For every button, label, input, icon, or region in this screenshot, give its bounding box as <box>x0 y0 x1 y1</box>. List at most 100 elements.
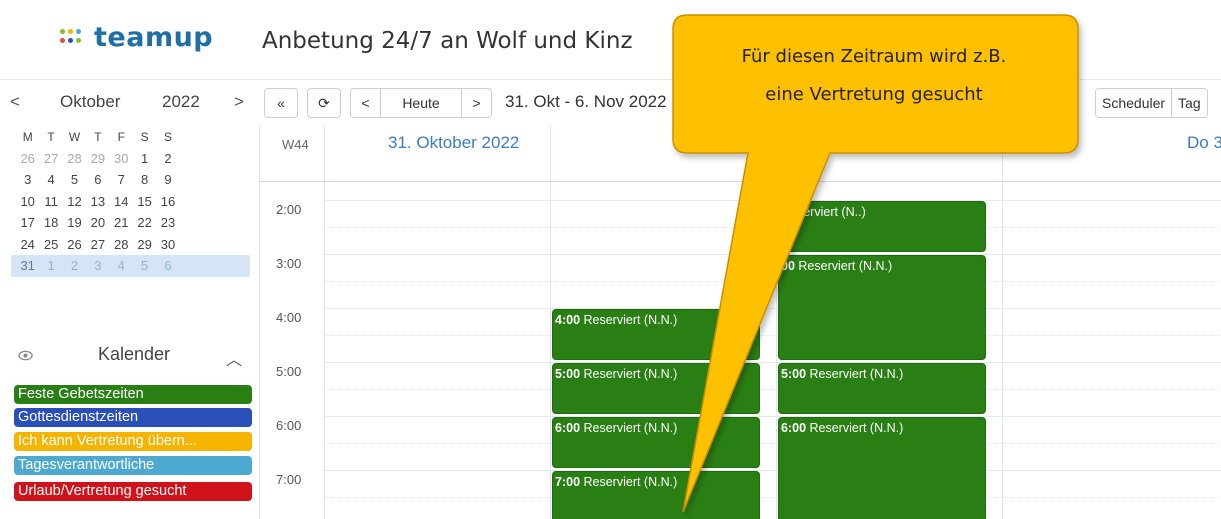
day-header-thursday[interactable]: Do 3 <box>1187 133 1221 153</box>
calendar-item-tagesverantwortliche[interactable]: Tagesverantwortliche <box>14 456 252 475</box>
column-divider <box>1002 125 1003 519</box>
mini-day[interactable]: 3 <box>16 172 39 187</box>
eye-icon[interactable] <box>18 348 33 363</box>
week-grid: W44 31. Oktober 2022 Do 3 2:00 3:00 4:00 5:… <box>259 125 1221 519</box>
refresh-button[interactable]: ⟳ <box>307 88 341 118</box>
hour-line <box>324 470 1221 471</box>
mini-day[interactable]: 29 <box>86 151 109 166</box>
calendar-event[interactable]: 6:00 Reserviert (N.N.) <box>778 417 986 519</box>
mini-day[interactable]: 28 <box>63 151 86 166</box>
logo-text: teamup <box>94 22 214 53</box>
mini-month-label[interactable]: Oktober <box>60 92 120 112</box>
mini-day[interactable]: 20 <box>86 215 109 230</box>
today-button[interactable]: Heute <box>381 89 461 117</box>
prev-period-button[interactable]: « <box>264 88 298 118</box>
mini-day[interactable]: 26 <box>63 237 86 252</box>
mini-selected-week[interactable]: 31 1 2 3 4 5 6 <box>11 255 250 277</box>
mini-day[interactable]: 13 <box>86 194 109 209</box>
mini-prev-month-button[interactable]: < <box>10 92 20 112</box>
mini-day[interactable]: 16 <box>156 194 179 209</box>
mini-day[interactable]: 19 <box>63 215 86 230</box>
mini-day[interactable]: 30 <box>110 151 133 166</box>
weekday-label: W <box>68 129 81 144</box>
mini-day[interactable]: 15 <box>133 194 156 209</box>
mini-day[interactable]: 14 <box>110 194 133 209</box>
mini-day[interactable]: 2 <box>63 258 86 273</box>
half-hour-line <box>324 497 1221 498</box>
time-label: 4:00 <box>276 310 302 325</box>
mini-day[interactable]: 11 <box>39 194 62 209</box>
calendar-event[interactable]: 5:00 Reserviert (N.N.) <box>552 363 760 414</box>
half-hour-line <box>324 443 1221 444</box>
mini-year-label[interactable]: 2022 <box>162 92 200 112</box>
calendar-item-vertretung[interactable]: Ich kann Vertretung übern... <box>14 432 252 451</box>
teamup-logo[interactable]: teamup <box>60 22 213 53</box>
calendar-event[interactable]: Reserviert (N..) <box>778 201 986 252</box>
hour-line <box>324 416 1221 417</box>
weekday-label: T <box>47 129 55 144</box>
mini-day[interactable]: 31 <box>16 258 39 273</box>
grid-header: W44 31. Oktober 2022 Do 3 <box>260 125 1221 182</box>
view-scheduler-button[interactable]: Scheduler <box>1096 89 1173 117</box>
mini-day[interactable]: 5 <box>63 172 86 187</box>
calendar-event[interactable]: 00 Reserviert (N.N.) <box>778 255 986 360</box>
mini-day[interactable]: 12 <box>63 194 86 209</box>
calendar-item-urlaub[interactable]: Urlaub/Vertretung gesucht <box>14 482 252 501</box>
date-range-label[interactable]: 31. Okt - 6. Nov 2022 <box>505 92 667 112</box>
calendar-list-title: Kalender <box>98 344 171 364</box>
event-title: Reserviert (N.N.) <box>809 367 904 381</box>
mini-day[interactable]: 28 <box>110 237 133 252</box>
mini-day[interactable]: 6 <box>86 172 109 187</box>
mini-day[interactable]: 29 <box>133 237 156 252</box>
mini-day[interactable]: 4 <box>110 258 133 273</box>
mini-day[interactable]: 18 <box>39 215 62 230</box>
event-time: 4:00 <box>555 313 584 327</box>
mini-day[interactable]: 6 <box>156 258 179 273</box>
callout-line-2: eine Vertretung gesucht <box>765 84 983 105</box>
mini-day[interactable]: 27 <box>39 151 62 166</box>
mini-day[interactable]: 5 <box>133 258 156 273</box>
calendar-event[interactable]: 4:00 Reserviert (N.N.) <box>552 309 760 360</box>
event-title: Reserviert (N..) <box>781 205 866 219</box>
mini-day[interactable]: 30 <box>156 237 179 252</box>
mini-day[interactable]: 27 <box>86 237 109 252</box>
column-divider <box>550 125 551 519</box>
time-label: 5:00 <box>276 364 302 379</box>
mini-day[interactable]: 4 <box>39 172 62 187</box>
mini-day[interactable]: 10 <box>16 194 39 209</box>
calendar-event[interactable]: 6:00 Reserviert (N.N.) <box>552 417 760 468</box>
mini-day[interactable]: 9 <box>156 172 179 187</box>
mini-day[interactable]: 25 <box>39 237 62 252</box>
calendar-event[interactable]: 5:00 Reserviert (N.N.) <box>778 363 986 414</box>
mini-week-row: 3 4 5 6 7 8 9 <box>16 169 250 191</box>
mini-day[interactable]: 17 <box>16 215 39 230</box>
view-tag-button[interactable]: Tag <box>1172 89 1207 117</box>
calendar-item-gottesdienstzeiten[interactable]: Gottesdienstzeiten <box>14 408 252 427</box>
mini-next-month-button[interactable]: > <box>234 92 244 112</box>
mini-day[interactable]: 8 <box>133 172 156 187</box>
event-time: 6:00 <box>555 421 584 435</box>
chevron-up-icon[interactable]: ︿ <box>226 346 242 370</box>
time-label: 2:00 <box>276 202 302 217</box>
calendar-event[interactable]: 7:00 Reserviert (N.N.) <box>552 471 760 519</box>
mini-day[interactable]: 2 <box>156 151 179 166</box>
day-header-monday[interactable]: 31. Oktober 2022 <box>388 133 519 153</box>
calendar-item-feste-gebetszeiten[interactable]: Feste Gebetszeiten <box>14 385 252 404</box>
mini-day[interactable]: 21 <box>110 215 133 230</box>
mini-day[interactable]: 22 <box>133 215 156 230</box>
column-divider <box>776 125 777 519</box>
mini-day[interactable]: 23 <box>156 215 179 230</box>
mini-week-row: 10 11 12 13 14 15 16 <box>16 191 250 213</box>
mini-day[interactable]: 24 <box>16 237 39 252</box>
mini-day[interactable]: 1 <box>39 258 62 273</box>
calendar-list-header[interactable]: Kalender ︿ <box>18 344 248 370</box>
mini-day[interactable]: 1 <box>133 151 156 166</box>
prev-button[interactable]: < <box>351 89 381 117</box>
next-button[interactable]: > <box>461 89 491 117</box>
mini-day[interactable]: 3 <box>86 258 109 273</box>
mini-day[interactable]: 26 <box>16 151 39 166</box>
half-hour-line <box>324 281 1221 282</box>
weekday-label: F <box>117 129 125 144</box>
mini-calendar-header: < Oktober 2022 > <box>10 92 255 114</box>
mini-day[interactable]: 7 <box>110 172 133 187</box>
